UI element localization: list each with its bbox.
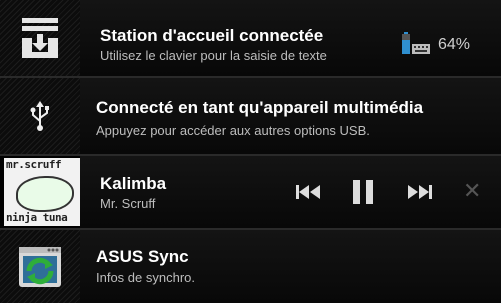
close-icon: ✕ [463, 178, 482, 203]
album-art-text: ninja tuna [6, 211, 68, 224]
battery-percent: 64% [438, 36, 471, 53]
album-art: mr.scruff ninja tuna [0, 156, 80, 228]
download-tray-icon [0, 0, 80, 76]
album-art-text: mr.scruff [6, 158, 62, 171]
notification-usb-connected[interactable]: Connecté en tant qu'appareil multimédia … [0, 78, 501, 154]
track-artist: Mr. Scruff [100, 196, 156, 211]
next-icon [408, 185, 432, 199]
previous-icon [296, 185, 320, 199]
notification-music-player[interactable]: mr.scruff ninja tuna Kalimba Mr. Scruff [0, 156, 501, 228]
notification-dock-connected[interactable]: Station d'accueil connectée Utilisez le … [0, 0, 501, 76]
pause-button[interactable] [350, 179, 376, 205]
usb-icon [0, 78, 80, 154]
asus-sync-icon [0, 230, 80, 303]
pause-icon [353, 180, 373, 204]
notification-asus-sync[interactable]: ASUS Sync Infos de synchro. [0, 230, 501, 303]
notification-subtitle: Utilisez le clavier pour la saisie de te… [100, 48, 327, 63]
close-button[interactable]: ✕ [463, 178, 481, 204]
notification-title: Station d'accueil connectée [100, 26, 324, 45]
previous-button[interactable] [294, 179, 324, 205]
notification-title: Connecté en tant qu'appareil multimédia [96, 98, 424, 117]
notification-shade: Station d'accueil connectée Utilisez le … [0, 0, 501, 303]
track-title: Kalimba [100, 174, 167, 193]
notification-subtitle: Appuyez pour accéder aux autres options … [96, 123, 370, 138]
notification-title: ASUS Sync [96, 247, 189, 266]
next-button[interactable] [404, 179, 434, 205]
notification-subtitle: Infos de synchro. [96, 270, 195, 285]
keyboard-battery-icon [402, 32, 432, 54]
